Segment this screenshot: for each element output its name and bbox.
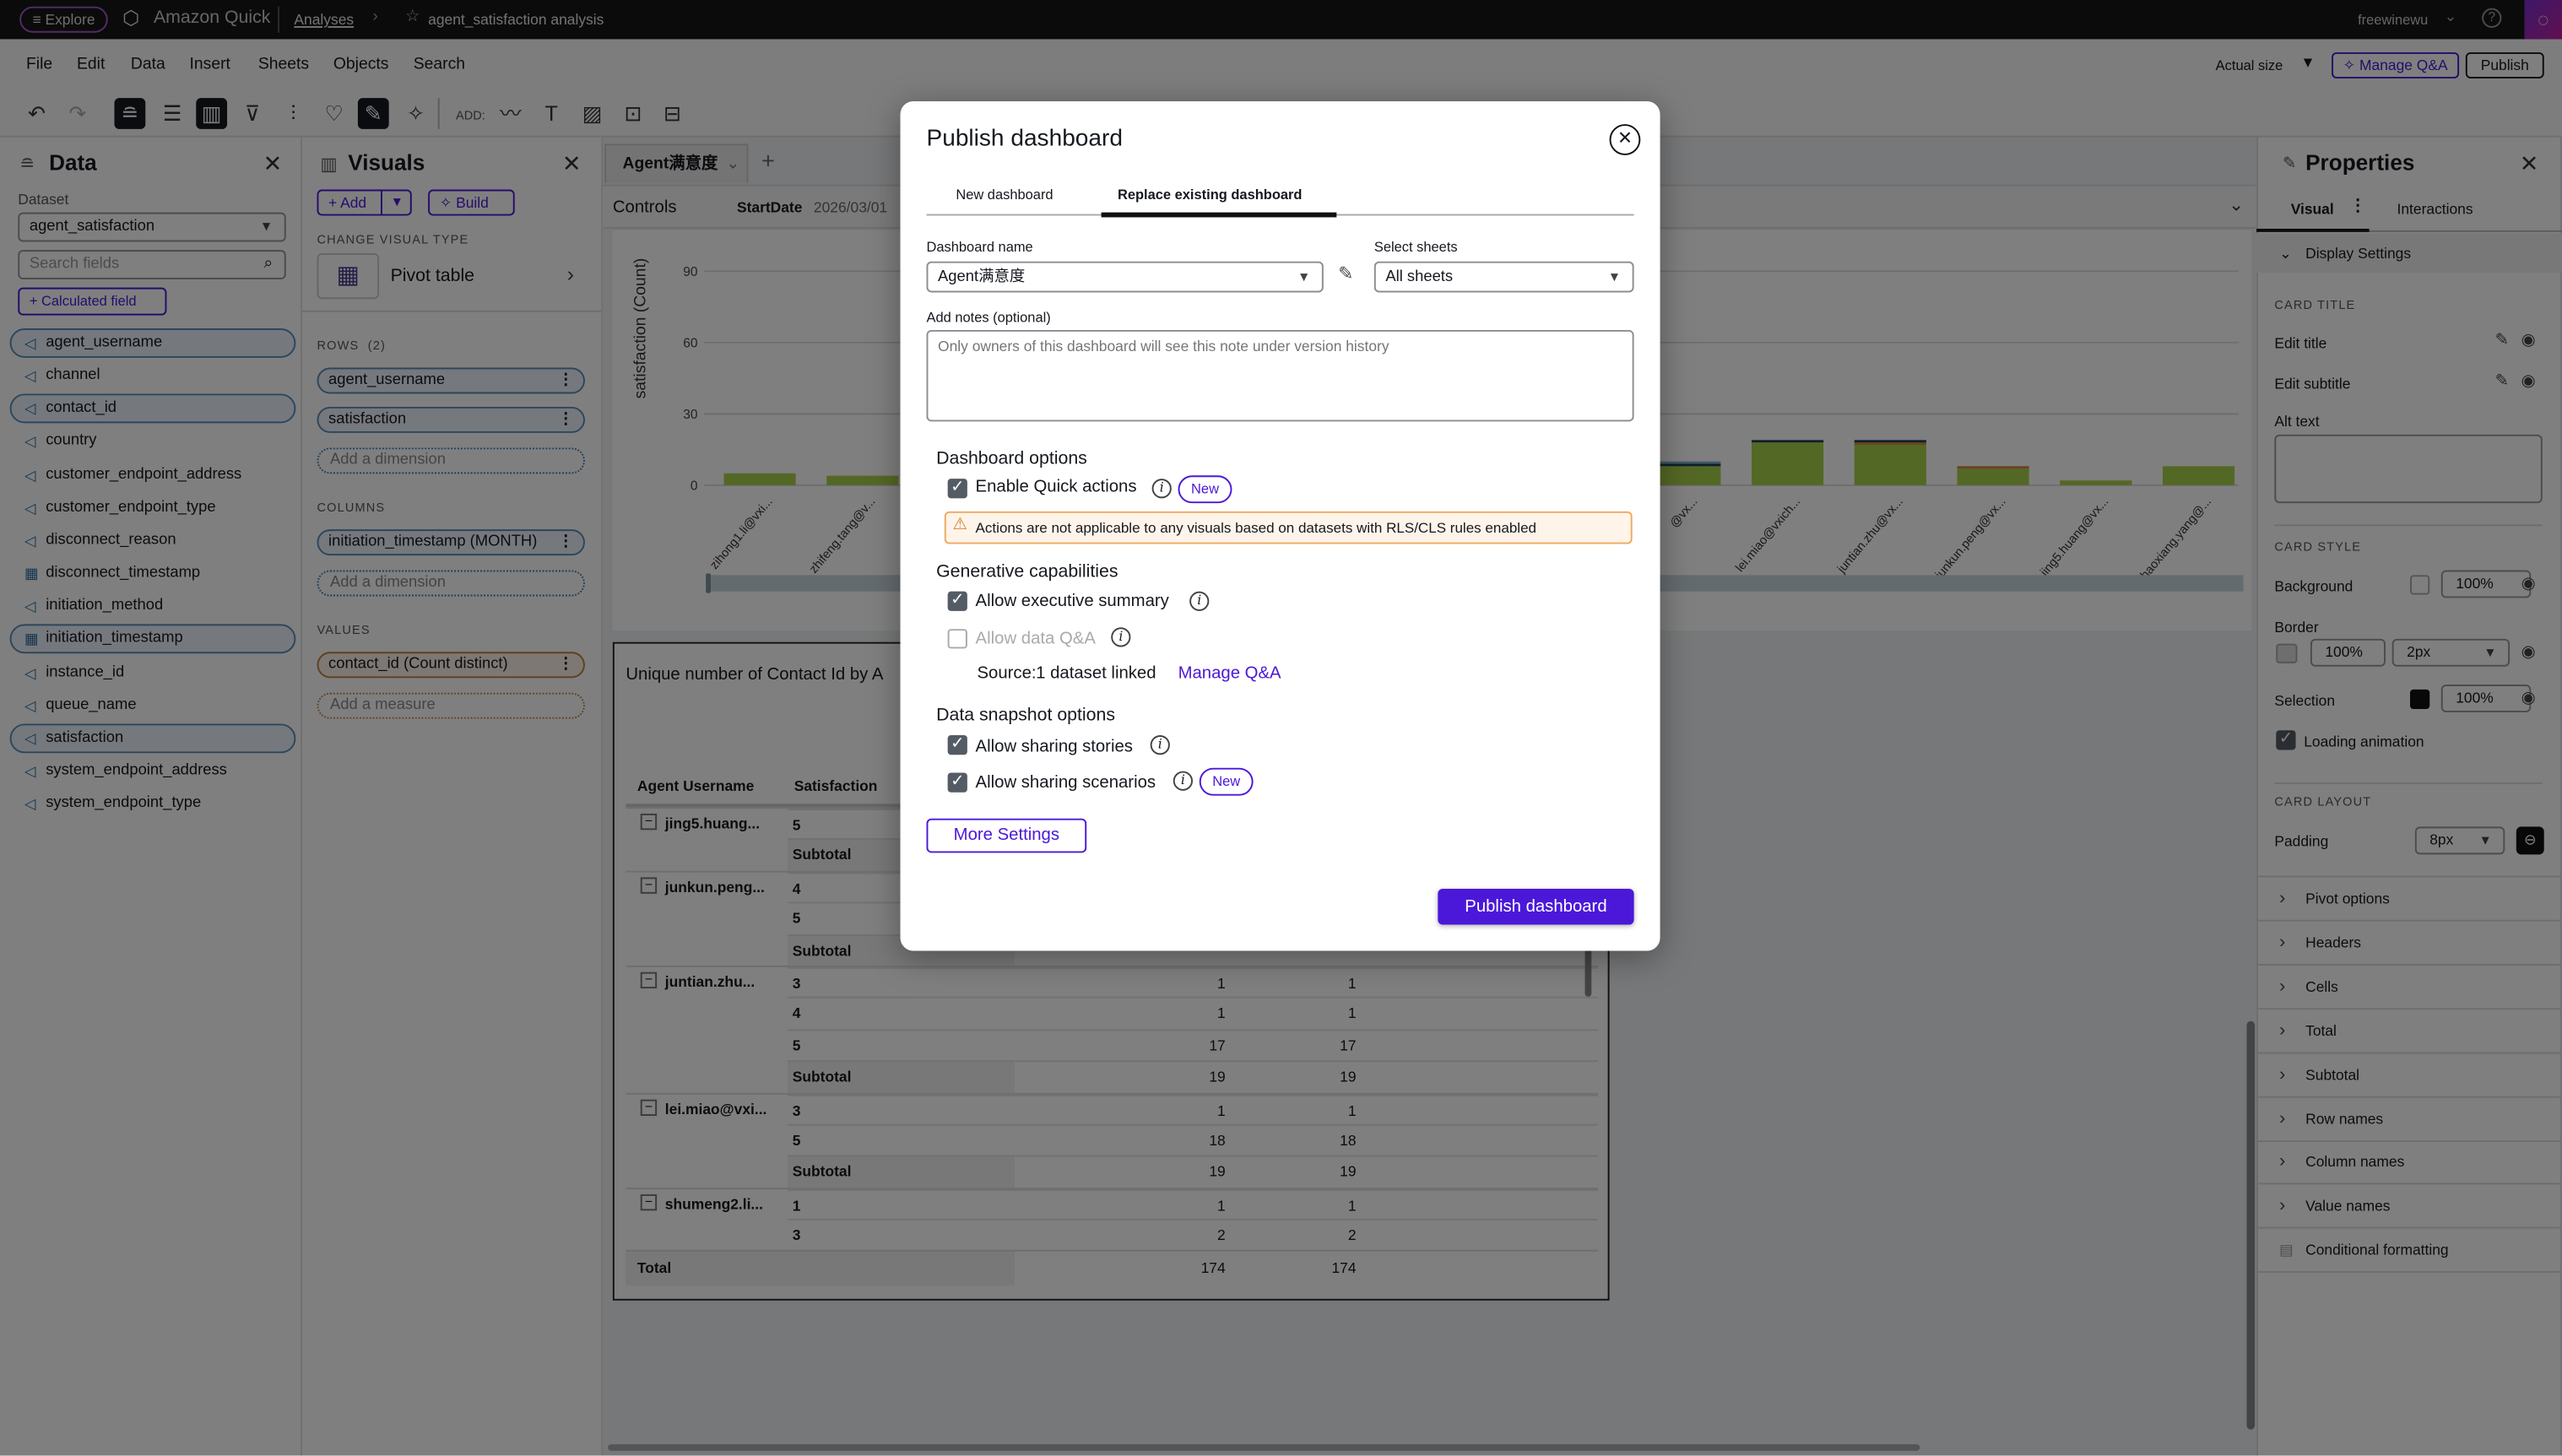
more-settings-button[interactable]: More Settings: [926, 818, 1087, 853]
select-sheets-label: Select sheets: [1373, 238, 1458, 255]
notes-textarea[interactable]: [926, 329, 1634, 422]
allow-data-qa-checkbox[interactable]: [947, 629, 967, 649]
allow-sharing-stories-label[interactable]: Allow sharing stories: [976, 737, 1133, 756]
info-icon[interactable]: i: [1189, 591, 1210, 611]
allow-data-qa-label: Allow data Q&A: [975, 629, 1096, 649]
dashboard-name-label: Dashboard name: [926, 238, 1033, 255]
enable-quick-actions-label[interactable]: Enable Quick actions: [976, 477, 1137, 496]
dialog-title: Publish dashboard: [926, 126, 1123, 153]
new-badge: New: [1178, 475, 1232, 504]
caret-down-icon: ▼: [1607, 269, 1622, 284]
info-icon[interactable]: i: [1150, 735, 1170, 755]
warning-icon: ⚠: [952, 516, 967, 534]
info-icon[interactable]: i: [1151, 479, 1172, 499]
allow-sharing-scenarios-label[interactable]: Allow sharing scenarios: [976, 773, 1156, 793]
notes-label: Add notes (optional): [926, 308, 1051, 326]
close-icon[interactable]: ✕: [1609, 124, 1641, 155]
tab-replace-existing-dashboard[interactable]: Replace existing dashboard: [1118, 187, 1303, 203]
allow-executive-summary-checkbox[interactable]: ✓: [947, 591, 967, 611]
data-snapshot-options-heading: Data snapshot options: [936, 706, 1115, 726]
info-icon[interactable]: i: [1111, 627, 1131, 647]
warning-alert: ⚠ Actions are not applicable to any visu…: [944, 511, 1633, 544]
publish-dashboard-button[interactable]: Publish dashboard: [1438, 888, 1634, 925]
allow-sharing-scenarios-checkbox[interactable]: ✓: [947, 772, 967, 793]
source-value: 1 dataset linked: [1036, 663, 1156, 684]
manage-qa-link[interactable]: Manage Q&A: [1178, 663, 1281, 683]
warning-text: Actions are not applicable to any visual…: [975, 519, 1537, 536]
info-icon[interactable]: i: [1173, 771, 1193, 791]
source-label: Source:: [977, 663, 1037, 684]
new-badge: New: [1199, 767, 1254, 796]
dashboard-options-heading: Dashboard options: [936, 449, 1087, 469]
app-window: ≡ Explore ⬡ Amazon Quick Analyses › ☆ ag…: [0, 0, 2562, 1456]
publish-dashboard-dialog: Publish dashboard ✕ New dashboard Replac…: [900, 101, 1660, 951]
tab-new-dashboard[interactable]: New dashboard: [956, 187, 1053, 203]
allow-sharing-stories-checkbox[interactable]: ✓: [947, 735, 967, 755]
allow-executive-summary-label[interactable]: Allow executive summary: [976, 592, 1169, 611]
select-sheets-select[interactable]: All sheets ▼: [1373, 261, 1634, 293]
enable-quick-actions-checkbox[interactable]: ✓: [947, 479, 967, 499]
generative-capabilities-heading: Generative capabilities: [936, 561, 1119, 582]
caret-down-icon: ▼: [1297, 269, 1311, 284]
active-tab-indicator: [1101, 212, 1337, 217]
dashboard-name-select[interactable]: Agent满意度 ▼: [926, 261, 1324, 293]
pencil-icon[interactable]: ✎: [1338, 263, 1353, 284]
